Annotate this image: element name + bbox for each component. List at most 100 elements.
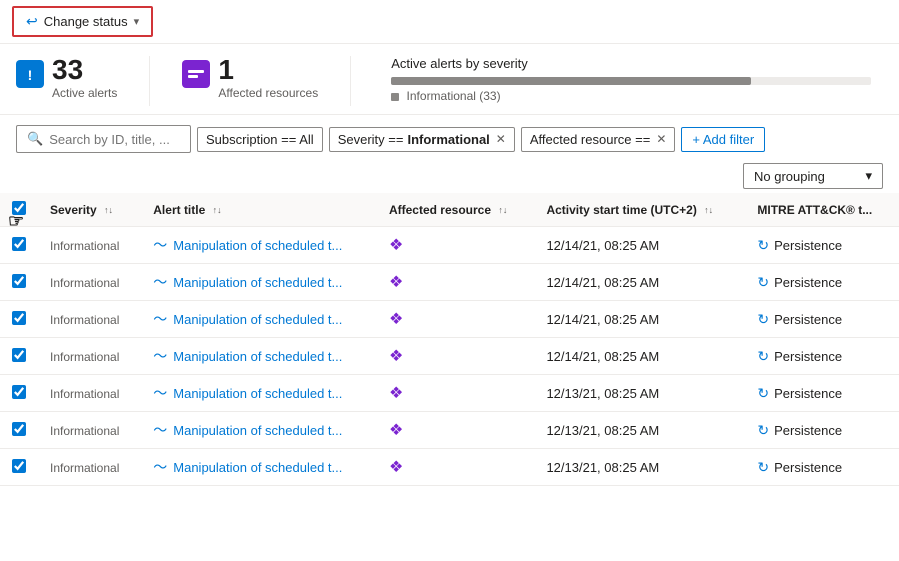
affected-resources-count: 1: [218, 56, 318, 84]
resource-icon: ❖: [389, 348, 403, 365]
affected-resource-filter-tag[interactable]: Affected resource == ✕: [521, 127, 676, 152]
row-mitre: ↻ Persistence: [745, 338, 899, 375]
row-checkbox[interactable]: [12, 274, 26, 288]
row-checkbox-cell[interactable]: [0, 264, 38, 301]
row-affected-resource: ❖: [377, 264, 534, 301]
persistence-label: Persistence: [774, 349, 842, 364]
add-filter-label: + Add filter: [692, 132, 754, 147]
persistence-icon: ↻: [757, 311, 769, 328]
alerts-table: ☞ Severity ↑↓ Alert title ↑↓ Affected re…: [0, 193, 899, 486]
active-alerts-count: 33: [52, 56, 117, 84]
persistence-label: Persistence: [774, 460, 842, 475]
table-body: Informational 〜 Manipulation of schedule…: [0, 227, 899, 486]
change-status-button[interactable]: ↩ Change status ▾: [12, 6, 153, 37]
undo-icon: ↩: [26, 13, 38, 30]
row-affected-resource: ❖: [377, 301, 534, 338]
resource-icon: ❖: [389, 237, 403, 254]
row-activity-start: 12/14/21, 08:25 AM: [534, 301, 745, 338]
active-alerts-label: Active alerts: [52, 86, 117, 100]
row-severity: Informational: [38, 338, 141, 375]
row-checkbox[interactable]: [12, 348, 26, 362]
row-checkbox-cell[interactable]: [0, 227, 38, 264]
row-severity: Informational: [38, 449, 141, 486]
row-severity: Informational: [38, 375, 141, 412]
row-alert-title[interactable]: 〜 Manipulation of scheduled t...: [141, 449, 377, 486]
row-checkbox-cell[interactable]: [0, 301, 38, 338]
table-row[interactable]: Informational 〜 Manipulation of schedule…: [0, 338, 899, 375]
persistence-label: Persistence: [774, 275, 842, 290]
wave-icon: 〜: [153, 235, 167, 255]
select-all-checkbox[interactable]: [12, 201, 26, 215]
select-all-header[interactable]: ☞: [0, 193, 38, 227]
row-alert-title[interactable]: 〜 Manipulation of scheduled t...: [141, 412, 377, 449]
table-row[interactable]: Informational 〜 Manipulation of schedule…: [0, 227, 899, 264]
severity-bar-track: [391, 77, 871, 85]
subscription-filter-tag[interactable]: Subscription == All: [197, 127, 323, 152]
persistence-label: Persistence: [774, 312, 842, 327]
alert-icon: !: [16, 60, 44, 88]
persistence-label: Persistence: [774, 238, 842, 253]
severity-filter-tag[interactable]: Severity == Informational ✕: [329, 127, 515, 152]
row-checkbox[interactable]: [12, 311, 26, 325]
severity-sort-icon: ↑↓: [104, 206, 113, 215]
th-alert-title[interactable]: Alert title ↑↓: [141, 193, 377, 227]
row-severity: Informational: [38, 264, 141, 301]
wave-icon: 〜: [153, 420, 167, 440]
row-alert-title[interactable]: 〜 Manipulation of scheduled t...: [141, 227, 377, 264]
grouping-dropdown[interactable]: No grouping ▾: [743, 163, 883, 189]
row-checkbox-cell[interactable]: [0, 449, 38, 486]
row-alert-title[interactable]: 〜 Manipulation of scheduled t...: [141, 375, 377, 412]
row-affected-resource: ❖: [377, 412, 534, 449]
table-row[interactable]: Informational 〜 Manipulation of schedule…: [0, 449, 899, 486]
table-row[interactable]: Informational 〜 Manipulation of schedule…: [0, 375, 899, 412]
th-mitre[interactable]: MITRE ATT&CK® t...: [745, 193, 899, 227]
row-checkbox[interactable]: [12, 459, 26, 473]
search-box[interactable]: 🔍: [16, 125, 191, 153]
affected-resource-filter-label: Affected resource ==: [530, 132, 650, 147]
row-mitre: ↻ Persistence: [745, 375, 899, 412]
subscription-filter-label: Subscription == All: [206, 132, 314, 147]
table-row[interactable]: Informational 〜 Manipulation of schedule…: [0, 412, 899, 449]
row-checkbox-cell[interactable]: [0, 338, 38, 375]
stat-divider: [149, 56, 150, 106]
row-alert-title[interactable]: 〜 Manipulation of scheduled t...: [141, 338, 377, 375]
change-status-label: Change status: [44, 14, 128, 29]
affected-resource-close-icon[interactable]: ✕: [656, 132, 666, 146]
row-mitre: ↻ Persistence: [745, 449, 899, 486]
row-activity-start: 12/13/21, 08:25 AM: [534, 412, 745, 449]
row-checkbox[interactable]: [12, 385, 26, 399]
table-row[interactable]: Informational 〜 Manipulation of schedule…: [0, 264, 899, 301]
resource-icon: ❖: [389, 385, 403, 402]
th-activity-start[interactable]: Activity start time (UTC+2) ↑↓: [534, 193, 745, 227]
chevron-down-icon: ▾: [134, 15, 140, 28]
row-checkbox[interactable]: [12, 422, 26, 436]
table-wrap: ☞ Severity ↑↓ Alert title ↑↓ Affected re…: [0, 193, 899, 486]
row-checkbox[interactable]: [12, 237, 26, 251]
activity-start-sort-icon: ↑↓: [704, 206, 713, 215]
severity-filter-close-icon[interactable]: ✕: [496, 132, 506, 146]
wave-icon: 〜: [153, 272, 167, 292]
th-severity[interactable]: Severity ↑↓: [38, 193, 141, 227]
row-mitre: ↻ Persistence: [745, 264, 899, 301]
th-affected-resource[interactable]: Affected resource ↑↓: [377, 193, 534, 227]
row-activity-start: 12/13/21, 08:25 AM: [534, 375, 745, 412]
row-mitre: ↻ Persistence: [745, 301, 899, 338]
row-activity-start: 12/14/21, 08:25 AM: [534, 338, 745, 375]
grouping-chevron-icon: ▾: [865, 168, 872, 184]
severity-bar-title: Active alerts by severity: [391, 56, 883, 71]
stats-row: ! 33 Active alerts 1 Affected resources …: [0, 44, 899, 115]
row-checkbox-cell[interactable]: [0, 375, 38, 412]
row-checkbox-cell[interactable]: [0, 412, 38, 449]
resource-stat-icon: [182, 60, 210, 88]
persistence-icon: ↻: [757, 385, 769, 402]
toolbar: ↩ Change status ▾: [0, 0, 899, 44]
row-affected-resource: ❖: [377, 227, 534, 264]
row-alert-title[interactable]: 〜 Manipulation of scheduled t...: [141, 301, 377, 338]
add-filter-button[interactable]: + Add filter: [681, 127, 765, 152]
search-input[interactable]: [49, 132, 179, 147]
row-mitre: ↻ Persistence: [745, 412, 899, 449]
row-alert-title[interactable]: 〜 Manipulation of scheduled t...: [141, 264, 377, 301]
row-affected-resource: ❖: [377, 375, 534, 412]
affected-resources-stat: 1 Affected resources: [182, 56, 318, 100]
table-row[interactable]: Informational 〜 Manipulation of schedule…: [0, 301, 899, 338]
